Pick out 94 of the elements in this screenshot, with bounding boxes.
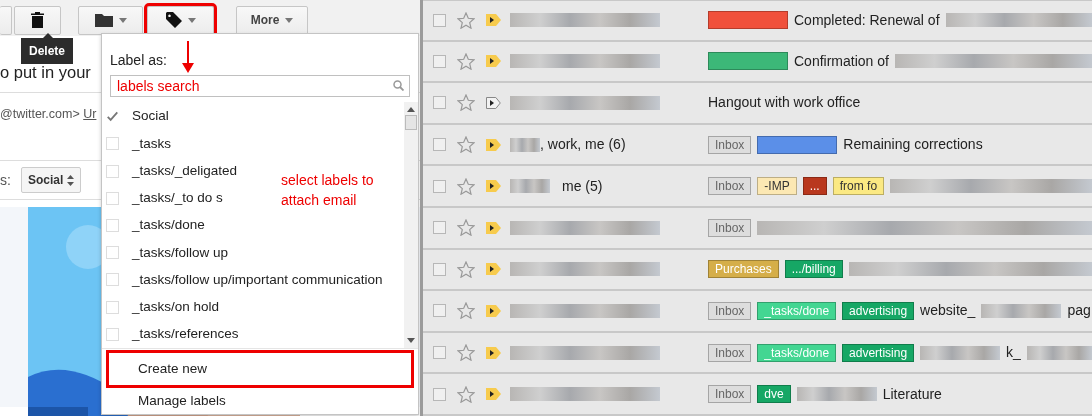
label-tag: .../billing: [784, 260, 843, 279]
label-tag: -IMP: [757, 177, 797, 196]
label-option[interactable]: _tasks/done: [102, 211, 205, 240]
checkbox[interactable]: [106, 273, 119, 287]
annotation-note: select labels to attach email: [281, 171, 375, 211]
label-tag: Inbox: [708, 385, 752, 404]
row-checkbox[interactable]: [433, 96, 446, 110]
scroll-up-icon: [407, 107, 415, 112]
label-tag: _tasks/done: [757, 301, 837, 320]
star-icon: [457, 260, 475, 278]
email-subject: pag: [1067, 301, 1091, 321]
label-tag: Inbox: [708, 343, 752, 362]
folder-icon: [94, 13, 113, 27]
menu-item[interactable]: Create new: [106, 350, 414, 388]
star-icon: [457, 52, 475, 70]
label-tag: advertising: [842, 301, 915, 320]
label-tag: Inbox: [708, 135, 752, 154]
row-checkbox[interactable]: [433, 262, 446, 276]
star-icon: [457, 136, 475, 154]
email-subject: Remaining corrections: [843, 135, 983, 155]
sender-address: @twitter.com>: [0, 107, 81, 121]
checkbox[interactable]: [106, 300, 119, 314]
label-option[interactable]: _tasks/follow up/important communication: [102, 266, 383, 294]
row-checkbox[interactable]: [433, 54, 446, 68]
scroll-down-icon: [407, 338, 415, 343]
redacted-text: [1026, 345, 1092, 360]
email-subject: Literature: [882, 384, 942, 404]
checkbox[interactable]: [106, 219, 119, 232]
label-tag: from fo: [832, 177, 885, 196]
search-field[interactable]: labels search: [110, 75, 410, 97]
tag-icon: [165, 12, 182, 28]
checkbox[interactable]: [106, 137, 119, 151]
star-icon: [457, 94, 475, 112]
checkbox[interactable]: [106, 164, 119, 178]
email-subject: Completed: Renewal of: [794, 10, 940, 30]
label-option[interactable]: _tasks: [102, 130, 172, 158]
search-icon: [393, 80, 404, 91]
annotation-arrow: [182, 41, 194, 73]
checkbox[interactable]: [106, 327, 119, 341]
checkbox[interactable]: [106, 191, 119, 205]
label-tag: Inbox: [708, 301, 752, 320]
star-icon: [457, 219, 475, 237]
trash-icon: [31, 12, 44, 28]
labels-button[interactable]: [147, 5, 214, 35]
updown-icon: [67, 174, 75, 186]
tooltip: Delete: [21, 38, 74, 64]
label-option[interactable]: _tasks/_deligated: [102, 157, 238, 185]
star-icon: [457, 344, 475, 362]
email-subject: Confirmation of: [794, 51, 889, 71]
redacted-sender: [510, 179, 550, 194]
toolbar-button[interactable]: [0, 5, 12, 35]
caret-icon: [187, 17, 196, 23]
label-tag: _tasks/done: [757, 343, 837, 362]
move-to-button[interactable]: [78, 5, 143, 35]
sender-name: , work, me (6): [540, 135, 626, 155]
label-option[interactable]: Social: [102, 103, 169, 131]
star-icon: [457, 11, 475, 29]
label-tag: Inbox: [708, 177, 752, 196]
caret-icon: [285, 17, 294, 23]
row-checkbox[interactable]: [433, 387, 446, 401]
email-subject: website_: [920, 301, 976, 321]
label-tag: advertising: [842, 343, 915, 362]
checkbox[interactable]: [106, 246, 119, 260]
row-checkbox[interactable]: [433, 304, 446, 318]
category-select[interactable]: Social: [20, 167, 82, 193]
email-subject: Hangout with work office: [708, 93, 861, 113]
email-subject: k_: [1006, 343, 1021, 363]
row-checkbox[interactable]: [433, 346, 446, 360]
scroll-thumb[interactable]: [405, 115, 417, 130]
scrollbar[interactable]: [404, 102, 418, 348]
label-tag: Purchases: [708, 260, 779, 279]
redacted-sender: [510, 137, 540, 152]
more-button[interactable]: More: [236, 5, 308, 35]
row-checkbox[interactable]: [433, 179, 446, 193]
star-icon: [457, 385, 475, 403]
category-label: s:: [0, 170, 11, 190]
label-option[interactable]: _tasks/_to do s: [102, 184, 223, 212]
label-tag: ...: [802, 177, 827, 196]
unsubscribe-link[interactable]: Ur: [83, 107, 97, 121]
label-option[interactable]: _tasks/references: [102, 320, 239, 348]
label-tag: Inbox: [708, 218, 752, 237]
row-checkbox[interactable]: [433, 138, 446, 152]
sender-name: me (5): [562, 176, 603, 196]
menu-title: Label as:: [110, 51, 167, 70]
caret-icon: [118, 17, 127, 23]
label-option[interactable]: _tasks/on hold: [102, 293, 220, 321]
label-option[interactable]: _tasks/follow up: [102, 239, 229, 267]
row-checkbox[interactable]: [433, 221, 446, 235]
label-tag: dve: [757, 385, 791, 404]
row-checkbox[interactable]: [433, 13, 446, 27]
delete-button[interactable]: [14, 5, 61, 35]
star-icon: [457, 177, 475, 195]
menu-item[interactable]: Manage labels: [106, 388, 414, 414]
star-icon: [457, 302, 475, 320]
